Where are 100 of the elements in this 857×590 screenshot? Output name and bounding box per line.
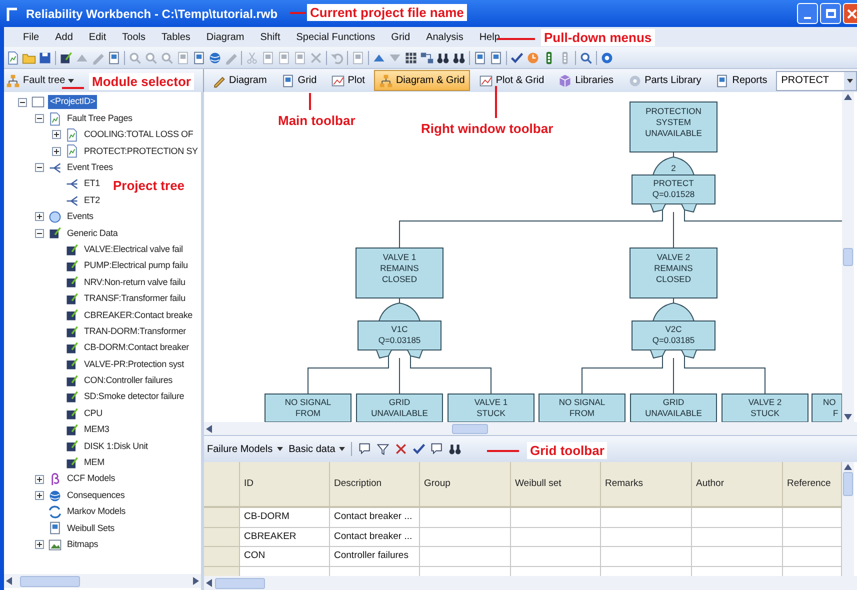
menu-item[interactable]: Shift (259, 30, 282, 44)
left-arrow-icon[interactable] (206, 579, 212, 587)
menu-item[interactable]: File (22, 30, 40, 44)
tree-item[interactable]: Weibull Sets (65, 522, 116, 536)
view-tab[interactable]: Reports (710, 70, 772, 91)
check-mark-icon[interactable] (412, 442, 426, 456)
collapse-icon[interactable] (35, 228, 44, 238)
tree-item[interactable]: VALVE:Electrical valve fail (82, 242, 185, 256)
link-icon[interactable] (420, 50, 434, 64)
scrollbar[interactable] (204, 422, 857, 435)
tree-item[interactable]: Fault Tree Pages (65, 112, 134, 126)
tree-item[interactable]: CBREAKER:Contact breake (82, 308, 194, 322)
document-icon[interactable] (107, 50, 121, 64)
tree-item[interactable]: VALVE-PR:Protection syst (82, 358, 186, 372)
expand-icon[interactable] (35, 474, 44, 484)
menu-item[interactable]: Special Functions (295, 30, 376, 44)
menu-item[interactable]: Grid (390, 30, 412, 44)
tree-item[interactable]: ET2 (82, 194, 102, 208)
dropdown-button[interactable]: Basic data (288, 442, 346, 456)
check-mark-icon[interactable] (510, 50, 524, 64)
scrollbar-thumb[interactable] (215, 578, 265, 588)
document-icon[interactable] (473, 50, 487, 64)
scrollbar-thumb[interactable] (20, 576, 80, 586)
collapse-icon[interactable] (18, 98, 27, 107)
scrollbar-thumb[interactable] (843, 472, 853, 496)
tree-item[interactable]: CON:Controller failures (82, 374, 174, 388)
tree-item[interactable]: Event Trees (65, 161, 115, 174)
speech-bubble-icon[interactable] (430, 442, 444, 456)
module-selector[interactable]: Fault tree (6, 73, 74, 88)
down-arrow-icon[interactable] (844, 414, 852, 420)
or-gate-symbol[interactable] (652, 302, 694, 322)
speech-bubble-icon[interactable] (358, 442, 372, 456)
tree-item[interactable]: TRANSF:Transformer failu (82, 292, 188, 306)
page-icon[interactable] (6, 50, 20, 64)
event-box[interactable]: NO SIGNAL FROM (264, 394, 352, 422)
tree-item[interactable]: Events (65, 210, 96, 224)
menu-item[interactable]: Tables (160, 30, 192, 44)
menu-item[interactable]: Add (54, 30, 74, 44)
vote-gate-symbol[interactable]: 2 (652, 156, 694, 176)
or-gate-symbol[interactable] (378, 302, 420, 322)
close-button[interactable] (843, 3, 857, 24)
tree-item[interactable]: SD:Smoke detector failure (82, 390, 186, 404)
column-header[interactable]: Author (692, 462, 783, 508)
expand-icon[interactable] (35, 491, 44, 500)
menu-item[interactable]: Edit (88, 30, 108, 44)
funnel-icon[interactable] (376, 442, 390, 456)
expand-icon[interactable] (52, 146, 61, 156)
view-tab[interactable]: Plot (326, 70, 370, 91)
tree-item[interactable]: Markov Models (65, 505, 128, 519)
up-arrow-icon[interactable] (844, 464, 852, 470)
tree-item[interactable]: MEM (82, 456, 106, 470)
event-box[interactable]: PROTECTION SYSTEM UNAVAILABLE (630, 102, 718, 152)
left-arrow-icon[interactable] (6, 577, 12, 585)
document-icon[interactable] (489, 50, 503, 64)
globe-icon[interactable] (208, 50, 222, 64)
tree-item[interactable]: PROTECT:PROTECTION SY (82, 144, 200, 158)
binoculars-icon[interactable] (448, 442, 462, 456)
view-tab[interactable]: Grid (276, 70, 322, 91)
help-icon[interactable] (600, 50, 614, 64)
event-box[interactable]: VALVE 2 REMAINS CLOSED (630, 248, 718, 298)
up-arrow-icon[interactable] (844, 94, 852, 100)
document-icon[interactable] (192, 50, 206, 64)
menu-item[interactable]: Diagram (205, 30, 246, 44)
expand-icon[interactable] (35, 540, 44, 550)
collapse-icon[interactable] (35, 163, 44, 172)
scrollbar[interactable] (842, 92, 854, 422)
tree-item[interactable]: CPU (82, 406, 104, 420)
event-box[interactable]: GRID UNAVAILABLE (356, 394, 443, 422)
view-tab[interactable]: Plot & Grid (474, 70, 550, 91)
column-header[interactable]: Group (420, 462, 511, 508)
view-tab[interactable]: Parts Library (622, 70, 706, 91)
scrollbar[interactable] (204, 576, 857, 590)
column-header[interactable]: Remarks (601, 462, 692, 508)
binoculars-icon[interactable] (452, 50, 466, 64)
tree-item[interactable]: COOLING:TOTAL LOSS OF (82, 128, 196, 142)
menu-item[interactable]: Tools (121, 30, 147, 44)
tree-item[interactable]: <ProjectID> (48, 95, 98, 109)
event-box[interactable]: VALVE 2 STUCK (722, 394, 808, 422)
view-combo-field[interactable]: PROTECT (776, 70, 857, 90)
minimize-button[interactable] (797, 3, 818, 24)
right-arrow-icon[interactable] (193, 577, 199, 585)
tree-item[interactable]: Bitmaps (65, 538, 100, 552)
view-tab[interactable]: Diagram & Grid (374, 70, 470, 91)
column-header[interactable]: Weibull set (511, 462, 601, 508)
tree-item[interactable]: ET1 (82, 177, 102, 191)
event-box[interactable]: GRID UNAVAILABLE (630, 394, 717, 422)
tree-item[interactable]: TRAN-DORM:Transformer (82, 324, 188, 338)
event-box[interactable]: NO SIGNAL FROM (538, 394, 626, 422)
view-tab[interactable]: Diagram (207, 70, 272, 91)
scrollbar[interactable] (4, 574, 201, 588)
scrollbar-thumb[interactable] (843, 248, 853, 266)
dropdown-button[interactable]: Failure Models (207, 442, 283, 456)
column-header[interactable]: Description (330, 462, 420, 508)
column-header[interactable]: Reference (783, 462, 842, 508)
expand-icon[interactable] (35, 212, 44, 222)
view-tab[interactable]: Libraries (553, 70, 619, 91)
event-box[interactable]: NO F (812, 394, 842, 422)
grid-icon[interactable] (404, 50, 418, 64)
left-arrow-icon[interactable] (206, 424, 212, 432)
collapse-icon[interactable] (35, 114, 44, 124)
